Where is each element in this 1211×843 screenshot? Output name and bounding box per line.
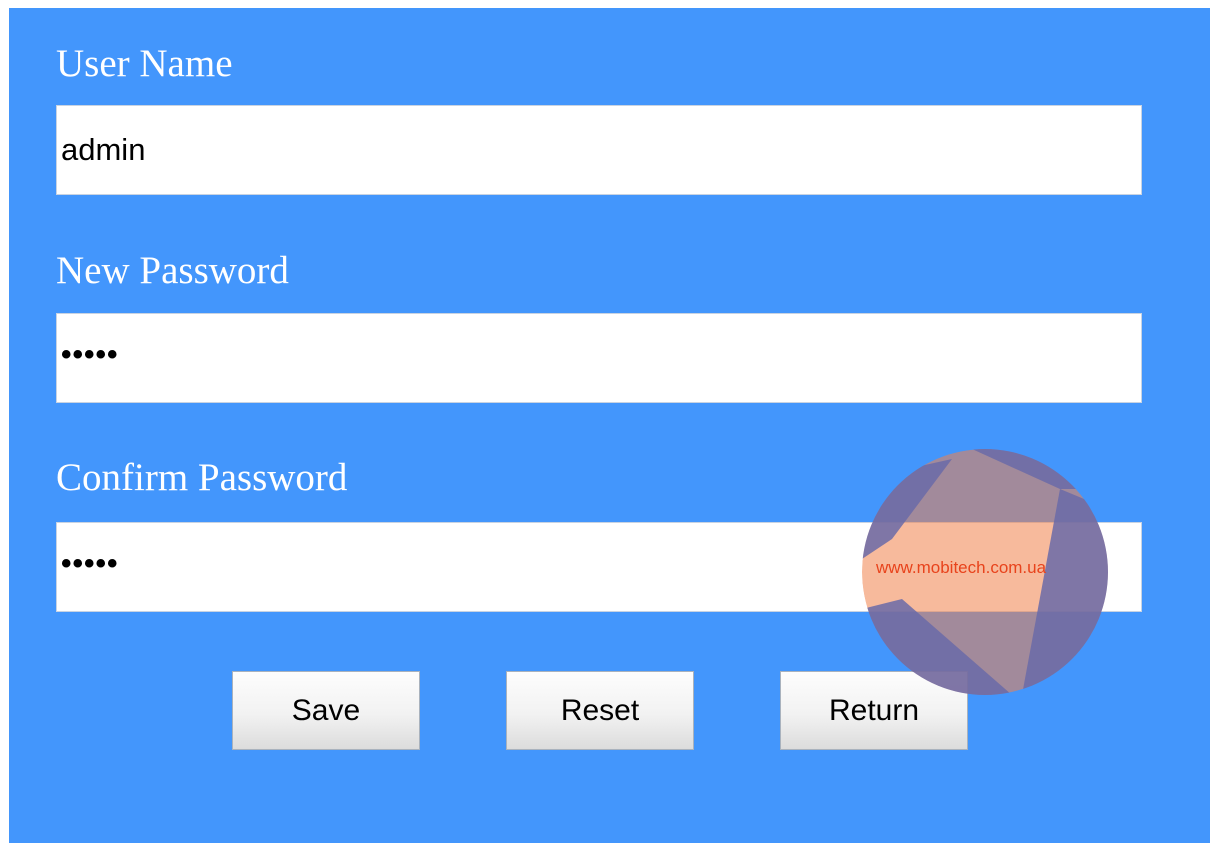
- username-input[interactable]: admin: [56, 105, 1142, 195]
- save-button[interactable]: Save: [232, 671, 420, 750]
- confirm-password-value: •••••: [61, 547, 119, 580]
- confirm-password-input[interactable]: •••••: [56, 522, 1142, 612]
- confirm-password-label: Confirm Password: [56, 456, 348, 499]
- return-button[interactable]: Return: [780, 671, 968, 750]
- reset-button[interactable]: Reset: [506, 671, 694, 750]
- new-password-input[interactable]: •••••: [56, 313, 1142, 403]
- new-password-label: New Password: [56, 249, 289, 292]
- username-value: admin: [61, 132, 146, 167]
- new-password-value: •••••: [61, 338, 119, 371]
- username-label: User Name: [56, 42, 233, 85]
